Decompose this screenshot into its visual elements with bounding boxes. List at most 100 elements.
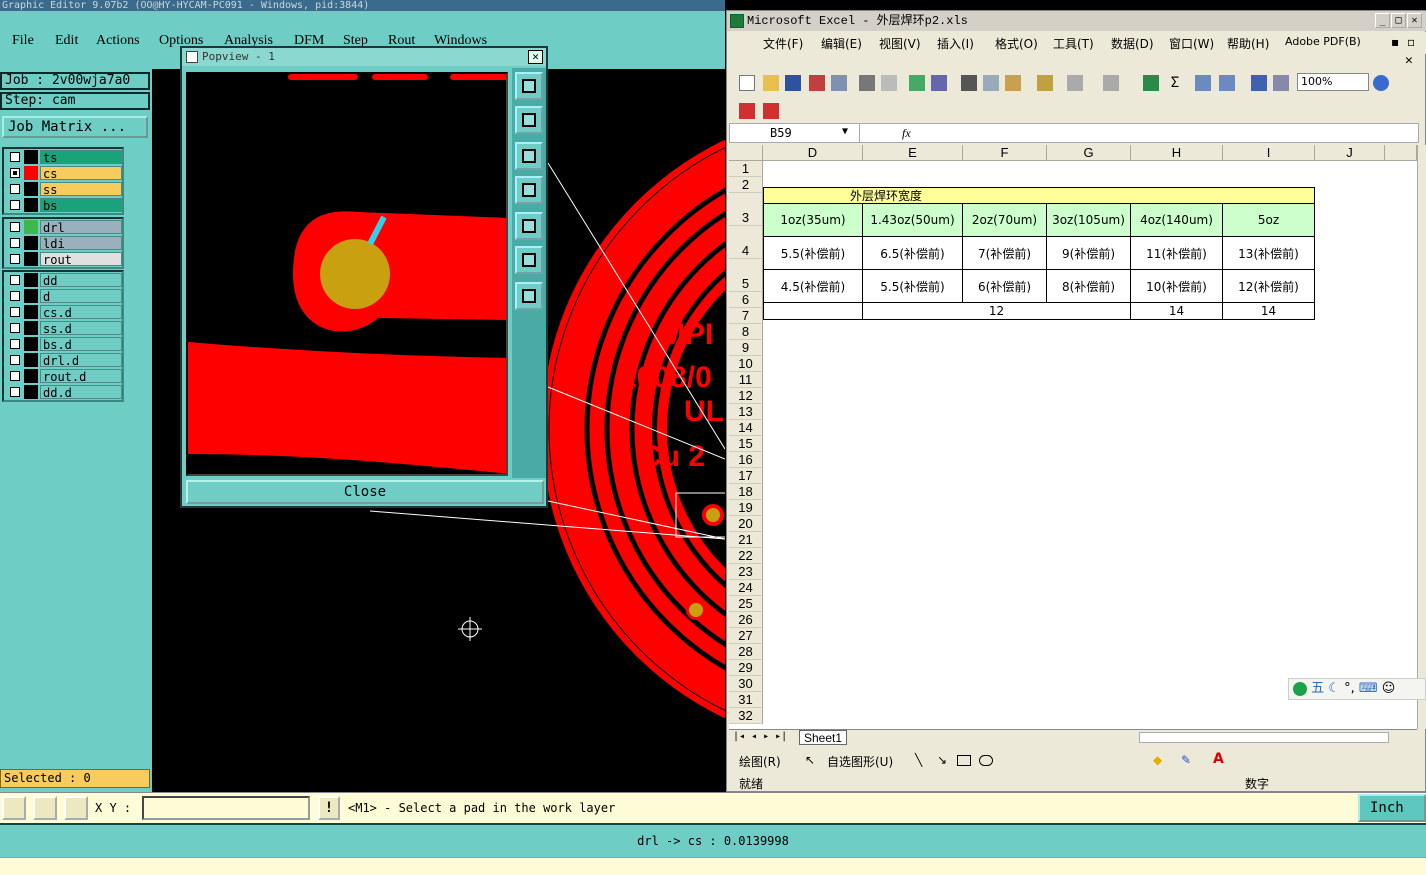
- layer-name[interactable]: dd: [40, 273, 122, 288]
- sort-desc-icon[interactable]: [1219, 75, 1235, 91]
- row-header[interactable]: 16: [729, 452, 763, 468]
- maximize-icon[interactable]: □: [1391, 13, 1406, 28]
- row-header[interactable]: 13: [729, 404, 763, 420]
- layer-name[interactable]: ldi: [40, 236, 122, 251]
- arrow-icon[interactable]: ↘: [937, 753, 947, 767]
- paste-icon[interactable]: [1005, 75, 1021, 91]
- new-icon[interactable]: [739, 75, 755, 91]
- spreadsheet-grid[interactable]: D E F G H I J 1 2 3 4 5 6 7 8 9 10 11 12 13 14 15 16 17 1…: [729, 145, 1417, 729]
- popview-close-button[interactable]: Close: [186, 480, 544, 504]
- pan-left-icon[interactable]: [515, 176, 543, 204]
- sheet-tab[interactable]: Sheet1: [799, 730, 848, 745]
- font-color-icon[interactable]: A: [1213, 751, 1224, 767]
- fill-color-icon[interactable]: ◆: [1153, 753, 1162, 767]
- first-sheet-icon[interactable]: |◂ ◂ ▸ ▸|: [733, 731, 787, 742]
- row-header[interactable]: 23: [729, 564, 763, 580]
- hyperlink-icon[interactable]: [1143, 75, 1159, 91]
- col-header-d[interactable]: D: [763, 145, 863, 161]
- before-comp-cell[interactable]: 5.5(补偿前): [863, 270, 963, 303]
- moon-icon[interactable]: ☾: [1328, 681, 1340, 696]
- xl-menu-help[interactable]: 帮助(H): [1227, 35, 1269, 52]
- layer-name[interactable]: ts: [40, 150, 122, 165]
- layer-row-ldi[interactable]: ldi: [4, 235, 122, 251]
- xy-input[interactable]: [142, 796, 310, 820]
- layer-row-bs[interactable]: bs: [4, 197, 122, 213]
- row-header[interactable]: 17: [729, 468, 763, 484]
- print-preview-icon[interactable]: [881, 75, 897, 91]
- xl-menu-adobe-pdf[interactable]: Adobe PDF(B): [1285, 35, 1361, 48]
- row-header[interactable]: 11: [729, 372, 763, 388]
- layer-name[interactable]: d: [40, 289, 122, 304]
- row-header[interactable]: 12: [729, 388, 763, 404]
- layer-row-dd-d[interactable]: dd.d: [4, 384, 122, 400]
- header-cell[interactable]: 4oz(140um): [1131, 204, 1223, 237]
- undo-icon[interactable]: [1067, 75, 1083, 91]
- layer-checkbox[interactable]: [10, 152, 20, 162]
- autoshapes-menu[interactable]: 自选图形(U): [827, 753, 893, 770]
- layer-row-ss-d[interactable]: ss.d: [4, 320, 122, 336]
- xl-menu-format[interactable]: 格式(O): [995, 35, 1038, 52]
- menu-file[interactable]: File: [12, 33, 34, 49]
- row-header[interactable]: 5: [729, 259, 763, 292]
- layer-row-rout[interactable]: rout: [4, 251, 122, 267]
- layer-row-dd[interactable]: dd: [4, 272, 122, 288]
- popview-close-icon[interactable]: ✕: [528, 50, 543, 64]
- row-header[interactable]: 15: [729, 436, 763, 452]
- row-header[interactable]: 2: [729, 177, 763, 193]
- cell-h6[interactable]: 14: [1131, 303, 1223, 320]
- copy-icon[interactable]: [983, 75, 999, 91]
- layer-checkbox[interactable]: [10, 323, 20, 333]
- user-icon[interactable]: ☺: [1382, 681, 1396, 696]
- layer-checkbox[interactable]: [10, 387, 20, 397]
- layer-name[interactable]: dd.d: [40, 385, 122, 400]
- col-header-f[interactable]: F: [963, 145, 1047, 161]
- xl-menu-tools[interactable]: 工具(T): [1053, 35, 1094, 52]
- cell-e6[interactable]: 12: [863, 303, 1131, 320]
- function-icon[interactable]: fx: [902, 124, 911, 142]
- layer-row-ts[interactable]: ts: [4, 149, 122, 165]
- before-comp-cell[interactable]: 8(补偿前): [1047, 270, 1131, 303]
- row-header[interactable]: 22: [729, 548, 763, 564]
- popview-zoom-view[interactable]: [186, 72, 508, 476]
- chevron-down-icon[interactable]: ▼: [842, 126, 848, 137]
- layer-checkbox[interactable]: [10, 168, 20, 178]
- row-header[interactable]: 1: [729, 161, 763, 177]
- line-icon[interactable]: ╲: [915, 753, 922, 767]
- layer-checkbox[interactable]: [10, 291, 20, 301]
- before-comp-cell[interactable]: 6(补偿前): [963, 270, 1047, 303]
- punct-icon[interactable]: °,: [1344, 681, 1355, 696]
- open-icon[interactable]: [763, 75, 779, 91]
- cut-icon[interactable]: [961, 75, 977, 91]
- oval-icon[interactable]: [979, 755, 993, 766]
- layer-name[interactable]: bs: [40, 198, 122, 213]
- select-objects-icon[interactable]: ↖: [805, 753, 815, 767]
- before-comp-cell[interactable]: 6.5(补偿前): [863, 237, 963, 270]
- row-header[interactable]: 21: [729, 532, 763, 548]
- layer-checkbox[interactable]: [10, 307, 20, 317]
- doc-restore-icon[interactable]: ▫: [1407, 35, 1415, 49]
- row-header[interactable]: 14: [729, 420, 763, 436]
- zoom-select[interactable]: 100%: [1297, 73, 1369, 91]
- layer-row-rout-d[interactable]: rout.d: [4, 368, 122, 384]
- row-header[interactable]: 7: [729, 308, 763, 324]
- layer-name[interactable]: ss.d: [40, 321, 122, 336]
- autosum-icon[interactable]: Σ: [1167, 75, 1183, 91]
- col-header-h[interactable]: H: [1131, 145, 1223, 161]
- header-cell[interactable]: 2oz(70um): [963, 204, 1047, 237]
- layer-name[interactable]: rout.d: [40, 369, 122, 384]
- layer-name[interactable]: drl.d: [40, 353, 122, 368]
- ime-mode[interactable]: 五: [1311, 681, 1324, 696]
- line-color-icon[interactable]: ✎: [1181, 753, 1191, 767]
- layer-checkbox[interactable]: [10, 339, 20, 349]
- before-comp-cell[interactable]: 11(补偿前): [1131, 237, 1223, 270]
- layer-checkbox[interactable]: [10, 200, 20, 210]
- units-button[interactable]: Inch: [1358, 794, 1426, 822]
- layer-checkbox[interactable]: [10, 275, 20, 285]
- layer-row-d[interactable]: d: [4, 288, 122, 304]
- format-painter-icon[interactable]: [1037, 75, 1053, 91]
- row-header[interactable]: 6: [729, 292, 763, 308]
- row-header[interactable]: 24: [729, 580, 763, 596]
- redo-icon[interactable]: [1103, 75, 1119, 91]
- layer-row-bs-d[interactable]: bs.d: [4, 336, 122, 352]
- layer-row-drl-d[interactable]: drl.d: [4, 352, 122, 368]
